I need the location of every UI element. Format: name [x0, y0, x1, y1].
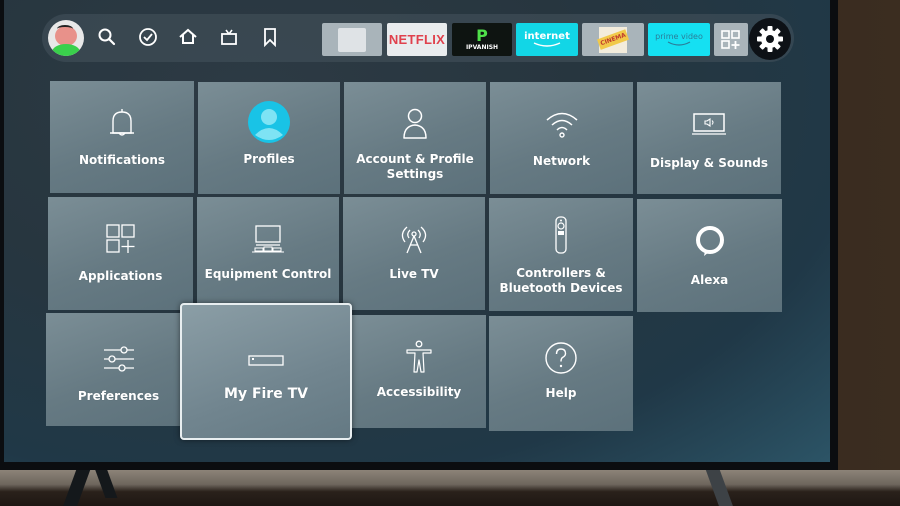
tile-label: Alexa [690, 273, 729, 287]
app-tile-ipvanish[interactable]: P IPVANISH [452, 23, 512, 56]
tile-profiles[interactable]: Profiles [198, 82, 340, 194]
tile-label: Profiles [243, 152, 295, 166]
tile-label: Help [545, 386, 577, 400]
tile-display-sounds[interactable]: Display & Sounds [637, 82, 781, 194]
home-icon[interactable] [177, 26, 199, 48]
tile-label: Controllers & Bluetooth Devices [499, 266, 623, 295]
apps-grid-plus-icon [721, 29, 740, 49]
apps-grid-plus-icon [105, 219, 136, 259]
settings-button[interactable] [749, 18, 791, 60]
tv-stand-surface [0, 470, 900, 506]
alexa-ring-icon [694, 221, 726, 261]
tile-label: Accessibility [376, 385, 462, 399]
app-tile-internet[interactable]: internet [516, 23, 578, 56]
fire-tv-device-icon [248, 341, 284, 381]
sliders-icon [103, 339, 135, 379]
tile-live-tv[interactable]: Live TV [343, 197, 485, 310]
antenna-icon [398, 219, 430, 259]
accessibility-icon [405, 337, 433, 377]
tile-label: Account & Profile Settings [356, 152, 474, 181]
tile-label: Preferences [77, 389, 160, 403]
tile-label: Live TV [389, 267, 439, 281]
app-label-ipvanish: IPVANISH [465, 44, 499, 51]
search-icon[interactable] [96, 26, 118, 48]
wifi-icon [545, 104, 579, 144]
app-label-netflix: NETFLIX [388, 32, 446, 47]
gear-icon [757, 26, 783, 52]
app-logo-placeholder [338, 27, 366, 52]
tile-account-profile-settings[interactable]: Account & Profile Settings [344, 82, 486, 194]
bell-icon [107, 103, 137, 143]
app-label-internet: internet [524, 31, 570, 42]
tile-notifications[interactable]: Notifications [50, 81, 194, 193]
tile-my-fire-tv[interactable]: My Fire TV [180, 303, 352, 440]
amazon-smile-icon [533, 42, 561, 47]
remote-icon [554, 212, 568, 258]
tile-label: Equipment Control [204, 267, 332, 281]
avatar-shirt [52, 44, 80, 56]
display-speaker-icon [692, 104, 726, 144]
app-label-prime-video: prime video [655, 32, 703, 41]
tile-network[interactable]: Network [490, 82, 633, 194]
app-tile-netflix[interactable]: NETFLIX [387, 23, 447, 56]
avatar-hair [57, 25, 73, 33]
all-apps-button[interactable] [714, 23, 748, 56]
tv-equipment-icon [251, 219, 285, 259]
tile-controllers-bluetooth[interactable]: Controllers & Bluetooth Devices [489, 198, 633, 311]
bookmark-icon[interactable] [259, 26, 281, 48]
tile-help[interactable]: Help [489, 316, 633, 431]
question-circle-icon [544, 338, 578, 378]
app-tile-unknown[interactable] [322, 23, 382, 56]
amazon-smile-icon [667, 41, 691, 46]
app-tile-prime-video[interactable]: prime video [648, 23, 710, 56]
tile-accessibility[interactable]: Accessibility [352, 315, 486, 428]
tile-alexa[interactable]: Alexa [637, 199, 782, 312]
tile-label: Applications [78, 269, 163, 283]
profile-avatar[interactable] [48, 20, 84, 56]
check-circle-icon[interactable] [137, 26, 159, 48]
tile-equipment-control[interactable]: Equipment Control [197, 197, 339, 310]
tile-preferences[interactable]: Preferences [46, 313, 191, 426]
person-icon [401, 104, 429, 144]
tile-label: Network [532, 154, 591, 168]
ipvanish-logo-icon: P [476, 26, 488, 45]
tile-label: Display & Sounds [650, 156, 768, 170]
tile-applications[interactable]: Applications [48, 197, 193, 310]
profile-avatar-icon [248, 100, 290, 144]
app-tile-cinema[interactable]: CINEMA [582, 23, 644, 56]
tile-label: My Fire TV [224, 386, 308, 402]
app-label-cinema: CINEMA [596, 29, 630, 50]
tile-label: Notifications [78, 153, 166, 167]
live-tv-icon[interactable] [218, 26, 240, 48]
cinema-ticket-icon: CINEMA [596, 26, 630, 53]
